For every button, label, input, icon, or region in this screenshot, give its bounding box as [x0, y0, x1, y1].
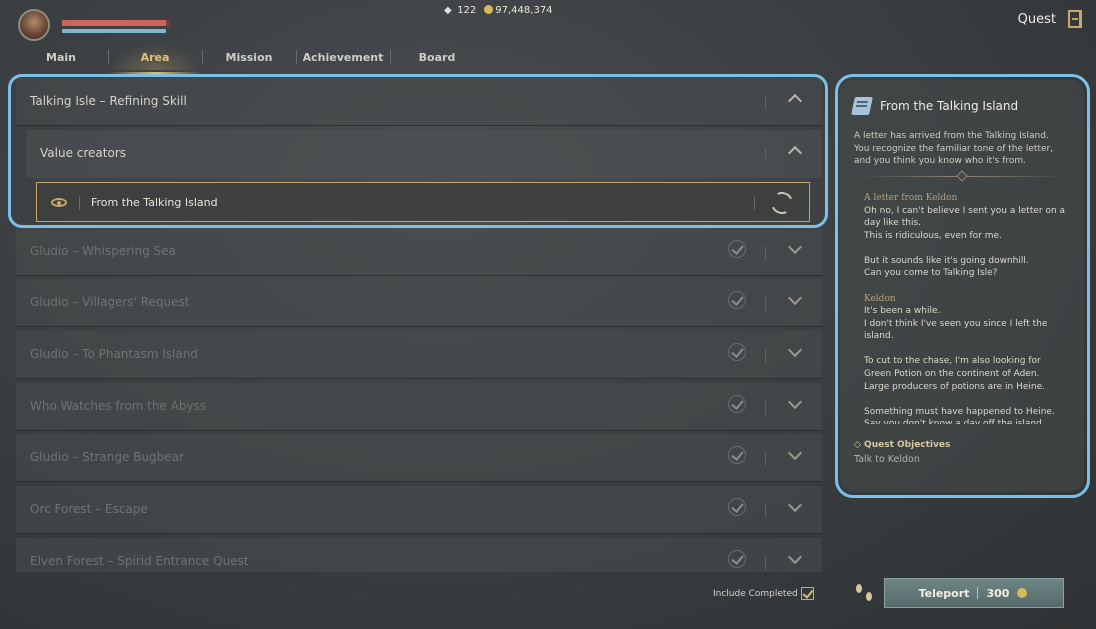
quest-subgroup[interactable]: Value creators [26, 130, 822, 178]
chevron-down-icon[interactable] [787, 239, 803, 255]
hp-bar [62, 20, 170, 26]
divider [754, 196, 755, 210]
objectives-heading: ◇ Quest Objectives [854, 440, 951, 450]
quest-group-completed[interactable]: Gludio – Villagers' Request [16, 279, 822, 327]
quest-name: From the Talking Island [91, 196, 218, 209]
tab-bar: Main Area Mission Achievement Board [14, 44, 484, 74]
objective-text: Talk to Keldon [854, 454, 920, 465]
group-label: Gludio – Strange Bugbear [30, 450, 184, 464]
gem-count: 122 [457, 5, 477, 16]
letter-paragraph: Oh no, I can't believe I sent you a lett… [864, 205, 1066, 241]
check-icon [728, 343, 746, 361]
adena-count: 97,448,374 [495, 5, 553, 16]
detail-title: From the Talking Island [880, 99, 1019, 113]
divider [765, 96, 766, 110]
chevron-down-icon[interactable] [787, 342, 803, 358]
group-label: Elven Forest – Spirid Entrance Quest [30, 554, 249, 568]
quest-item-selected[interactable]: From the Talking Island [36, 182, 810, 222]
footsteps-icon[interactable] [854, 582, 876, 604]
group-label: Gludio – Villagers' Request [30, 295, 190, 309]
adena-coin-icon [484, 5, 494, 14]
quest-group-completed[interactable]: Gludio – Whispering Sea [16, 228, 822, 276]
check-icon [728, 498, 746, 516]
adena-coin-icon [1017, 588, 1028, 598]
tab-mission[interactable]: Mission [202, 44, 296, 70]
divider [765, 349, 766, 363]
letter-speaker: Keldon [864, 293, 896, 304]
detail-intro: A letter has arrived from the Talking Is… [854, 131, 1054, 166]
group-label: Gludio – Whispering Sea [30, 244, 176, 258]
quest-group-completed[interactable]: Who Watches from the Abyss [16, 383, 822, 431]
group-label: Gludio – To Phantasm Island [30, 347, 198, 361]
teleport-cost: 300 [986, 586, 1010, 600]
divider [79, 196, 80, 210]
chevron-down-icon[interactable] [787, 394, 803, 410]
quest-list[interactable]: Talking Isle – Refining Skill Value crea… [16, 78, 822, 572]
group-label: Orc Forest – Escape [30, 502, 148, 516]
group-label: Who Watches from the Abyss [30, 399, 207, 413]
divider [765, 246, 766, 260]
character-avatar[interactable] [18, 9, 50, 41]
check-icon [728, 550, 746, 568]
mp-bar [62, 29, 166, 33]
tab-label: Main [46, 50, 76, 64]
divider [765, 504, 766, 518]
chevron-down-icon[interactable] [787, 497, 803, 513]
scroll-icon [851, 97, 873, 115]
chevron-down-icon[interactable] [787, 549, 803, 565]
divider [977, 587, 979, 599]
chevron-up-icon[interactable] [787, 93, 803, 109]
check-icon [728, 291, 746, 309]
divider [765, 556, 766, 570]
divider [765, 452, 766, 466]
group-label: Talking Isle – Refining Skill [30, 94, 187, 108]
subgroup-label: Value creators [40, 146, 127, 160]
letter-text[interactable]: A letter from Keldon Oh no, I can't beli… [864, 192, 1070, 424]
include-completed-label: Include Completed [713, 589, 798, 599]
tab-achievement[interactable]: Achievement [296, 44, 390, 70]
eye-icon[interactable] [51, 198, 67, 207]
teleport-label: Teleport [918, 586, 970, 600]
window-title: Quest [1017, 12, 1056, 27]
letter-paragraph: Something must have happened to Heine. S… [864, 406, 1055, 424]
quest-group-completed[interactable]: Orc Forest – Escape [16, 486, 822, 534]
check-icon [728, 240, 746, 258]
tab-label: Area [140, 50, 170, 64]
tab-main[interactable]: Main [14, 44, 108, 70]
check-icon [728, 446, 746, 464]
tab-board[interactable]: Board [390, 44, 484, 70]
letter-paragraph: To cut to the chase, I'm also looking fo… [864, 356, 1045, 392]
quest-group-completed[interactable]: Gludio – To Phantasm Island [16, 331, 822, 379]
chevron-down-icon[interactable] [787, 445, 803, 461]
letter-paragraph: But it sounds like it's going downhill. … [864, 255, 1029, 279]
exit-icon[interactable] [1068, 10, 1082, 28]
tab-area[interactable]: Area [108, 44, 202, 74]
include-completed-checkbox[interactable] [801, 587, 814, 600]
currency-display: ◆ 122 97,448,374 [444, 5, 553, 16]
letter-paragraph: It's been a while. I don't think I've se… [864, 306, 1048, 342]
divider [765, 297, 766, 311]
divider [765, 401, 766, 415]
chevron-up-icon[interactable] [787, 145, 803, 161]
tab-label: Board [418, 50, 456, 64]
check-icon [728, 395, 746, 413]
teleport-button[interactable]: Teleport 300 [884, 578, 1064, 608]
tab-label: Mission [225, 50, 273, 64]
refresh-icon[interactable] [767, 188, 797, 218]
quest-group-completed[interactable]: Gludio – Strange Bugbear [16, 434, 822, 482]
divider [765, 148, 766, 162]
gem-icon: ◆ [444, 5, 452, 16]
chevron-down-icon[interactable] [787, 290, 803, 306]
tab-label: Achievement [302, 50, 384, 64]
quest-group-expanded[interactable]: Talking Isle – Refining Skill [16, 78, 822, 126]
quest-group-completed[interactable]: Elven Forest – Spirid Entrance Quest [16, 538, 822, 572]
letter-speaker: A letter from Keldon [864, 193, 958, 203]
